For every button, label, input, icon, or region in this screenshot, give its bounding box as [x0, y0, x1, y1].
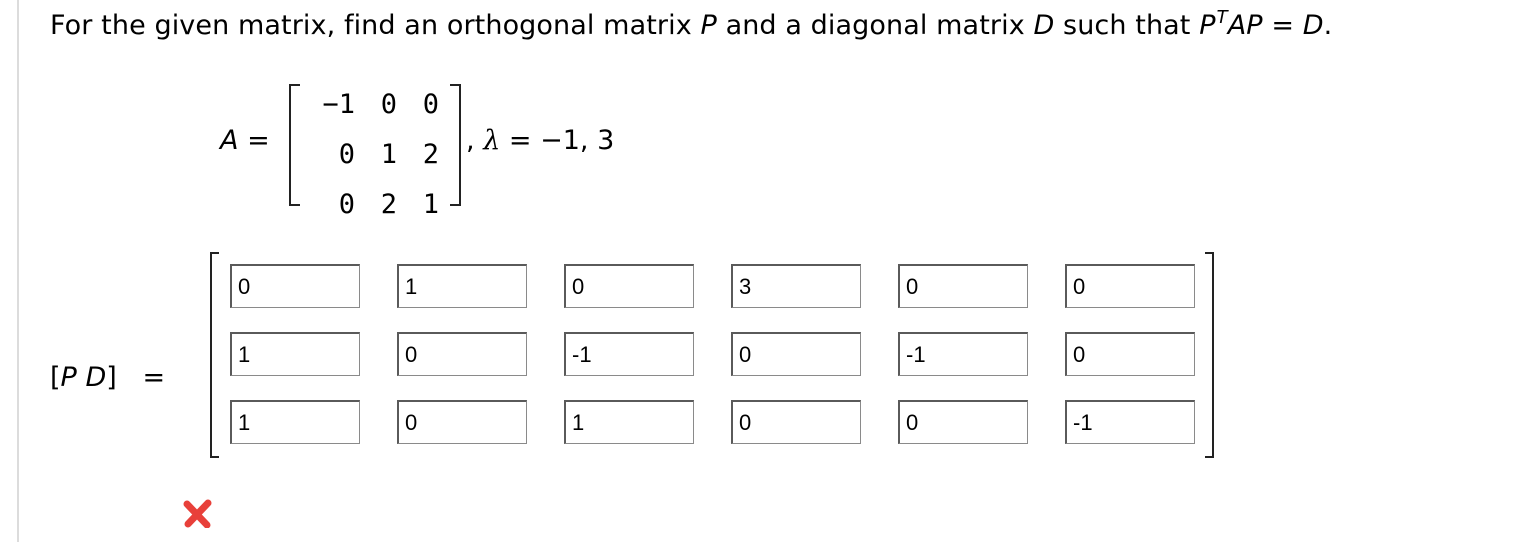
matrix-a-cell: −1 [322, 89, 355, 120]
matrix-a-right-bracket [450, 84, 461, 206]
pd-input-cell[interactable] [731, 400, 861, 444]
pd-input-cell[interactable] [1065, 264, 1195, 308]
pd-input-cell[interactable] [731, 264, 861, 308]
pd-input-cell[interactable] [564, 400, 694, 444]
pd-input-cell[interactable] [1065, 400, 1195, 444]
pd-input-cell[interactable] [564, 332, 694, 376]
pd-input-cell[interactable] [397, 332, 527, 376]
matrix-a-cell: 0 [338, 139, 355, 170]
pd-input-grid [230, 264, 1195, 444]
pd-left-bracket [210, 252, 219, 458]
matrix-a-label: A = [220, 125, 270, 156]
left-rule [17, 0, 19, 542]
pd-label: [P D] = [50, 362, 166, 393]
matrix-a: −1 0 0 0 1 2 0 2 1 [313, 84, 451, 226]
x-icon [183, 499, 212, 528]
pd-right-bracket [1205, 252, 1214, 458]
pd-input-cell[interactable] [898, 264, 1028, 308]
pd-input-cell[interactable] [397, 264, 527, 308]
equation: PTAP = D. [1199, 7, 1333, 41]
eigenvalues: , λ = −1, 3 [466, 125, 615, 156]
pd-input-cell[interactable] [230, 400, 360, 444]
matrix-a-left-bracket [289, 84, 300, 206]
matrix-a-cell: 0 [422, 89, 439, 120]
pd-input-cell[interactable] [1065, 332, 1195, 376]
pd-input-cell[interactable] [230, 332, 360, 376]
pd-input-cell[interactable] [898, 400, 1028, 444]
matrix-a-cell: 1 [380, 139, 397, 170]
matrix-a-cell: 2 [422, 139, 439, 170]
pd-input-cell[interactable] [731, 332, 861, 376]
matrix-a-cell: 0 [380, 89, 397, 120]
matrix-a-cell: 1 [422, 189, 439, 220]
pd-input-cell[interactable] [397, 400, 527, 444]
pd-input-cell[interactable] [564, 264, 694, 308]
pd-input-cell[interactable] [230, 264, 360, 308]
matrix-a-cell: 2 [380, 189, 397, 220]
matrix-a-cell: 0 [338, 189, 355, 220]
question-text: For the given matrix, find an orthogonal… [50, 7, 1333, 41]
pd-input-cell[interactable] [898, 332, 1028, 376]
